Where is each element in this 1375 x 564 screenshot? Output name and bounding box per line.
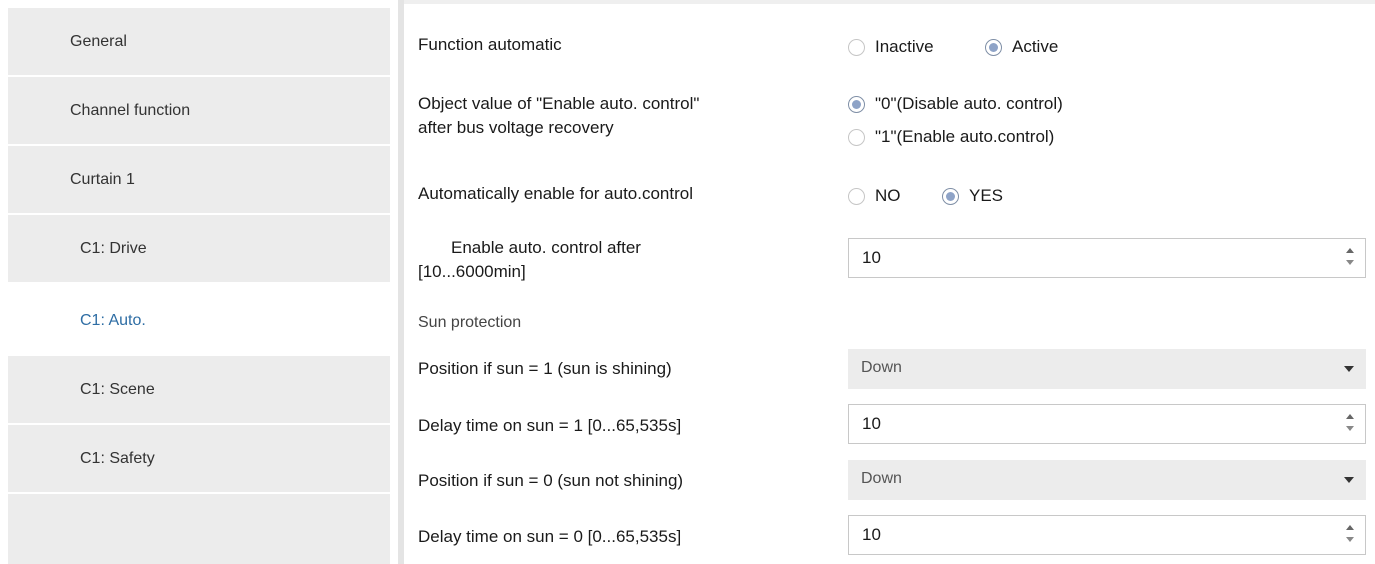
enable-after-stepper[interactable]: [848, 238, 1366, 278]
panel-divider[interactable]: [398, 0, 404, 564]
enable-after-label-line1: Enable auto. control after: [451, 238, 641, 257]
delay-sun0-label: Delay time on sun = 0 [0...65,535s]: [418, 527, 682, 546]
radio-inactive[interactable]: Inactive: [848, 37, 934, 57]
object-value-label: Object value of "Enable auto. control" a…: [418, 92, 699, 140]
sidebar-item-channel-function[interactable]: Channel function: [8, 77, 390, 145]
delay-sun1-label: Delay time on sun = 1 [0...65,535s]: [418, 416, 682, 435]
stepper-down-icon[interactable]: [1346, 260, 1354, 265]
stepper-arrows: [1345, 247, 1355, 269]
sidebar-item-label: Channel function: [70, 101, 191, 119]
stepper-arrows: [1345, 413, 1355, 435]
sidebar-item-label: C1: Auto.: [80, 311, 146, 329]
select-value: Down: [861, 359, 902, 376]
radio-circle[interactable]: [848, 38, 865, 56]
top-border: [404, 0, 1375, 4]
sidebar-item-general[interactable]: General: [8, 8, 390, 76]
radio-circle[interactable]: [848, 95, 865, 113]
enable-after-label: Enable auto. control after [10...6000min…: [418, 236, 641, 284]
radio-disable-auto-control[interactable]: "0"(Disable auto. control): [848, 94, 1063, 114]
sidebar-item-curtain-1[interactable]: Curtain 1: [8, 146, 390, 214]
sidebar-item-label: C1: Drive: [80, 239, 147, 257]
stepper-down-icon[interactable]: [1346, 537, 1354, 542]
radio-circle[interactable]: [848, 187, 865, 205]
delay-sun1-input[interactable]: [849, 405, 1329, 443]
radio-label: "0"(Disable auto. control): [875, 94, 1063, 113]
sidebar-item-label: General: [70, 32, 127, 50]
stepper-arrows: [1345, 524, 1355, 546]
radio-circle[interactable]: [942, 187, 959, 205]
stepper-up-icon[interactable]: [1346, 525, 1354, 530]
sidebar-item-c1-auto[interactable]: C1: Auto.: [8, 287, 390, 355]
position-sun1-select[interactable]: Down: [848, 349, 1366, 389]
sidebar: General Channel function Curtain 1 C1: D…: [0, 0, 398, 564]
chevron-down-icon: [1344, 477, 1354, 483]
radio-no[interactable]: NO: [848, 186, 901, 206]
function-automatic-label: Function automatic: [418, 35, 562, 54]
sidebar-item-c1-scene[interactable]: C1: Scene: [8, 356, 390, 424]
stepper-up-icon[interactable]: [1346, 248, 1354, 253]
sidebar-empty-area: [8, 494, 390, 564]
object-value-label-line2: after bus voltage recovery: [418, 118, 614, 137]
radio-label: NO: [875, 186, 901, 205]
delay-sun0-input[interactable]: [849, 516, 1329, 554]
radio-label: YES: [969, 186, 1004, 205]
radio-label: Inactive: [875, 37, 934, 56]
radio-yes[interactable]: YES: [942, 186, 1003, 206]
sun-protection-heading: Sun protection: [418, 314, 522, 331]
object-value-label-line1: Object value of "Enable auto. control": [418, 94, 700, 113]
position-sun1-label: Position if sun = 1 (sun is shining): [418, 359, 672, 378]
sidebar-item-label: Curtain 1: [70, 170, 135, 188]
position-sun0-select[interactable]: Down: [848, 460, 1366, 500]
radio-enable-auto-control[interactable]: "1"(Enable auto.control): [848, 127, 1054, 147]
sidebar-item-c1-drive[interactable]: C1: Drive: [8, 215, 390, 283]
radio-label: "1"(Enable auto.control): [875, 127, 1055, 146]
position-sun0-label: Position if sun = 0 (sun not shining): [418, 471, 684, 490]
auto-enable-label: Automatically enable for auto.control: [418, 184, 693, 203]
delay-sun1-stepper[interactable]: [848, 404, 1366, 444]
radio-label: Active: [1012, 37, 1059, 56]
radio-circle[interactable]: [848, 128, 865, 146]
sidebar-item-label: C1: Scene: [80, 380, 155, 398]
select-value: Down: [861, 470, 902, 487]
radio-active[interactable]: Active: [985, 37, 1058, 57]
radio-circle[interactable]: [985, 38, 1002, 56]
enable-after-label-line2: [10...6000min]: [418, 262, 526, 281]
sidebar-item-c1-safety[interactable]: C1: Safety: [8, 425, 390, 493]
enable-after-input[interactable]: [849, 239, 1329, 277]
stepper-down-icon[interactable]: [1346, 426, 1354, 431]
delay-sun0-stepper[interactable]: [848, 515, 1366, 555]
sidebar-item-label: C1: Safety: [80, 449, 155, 467]
stepper-up-icon[interactable]: [1346, 414, 1354, 419]
chevron-down-icon: [1344, 366, 1354, 372]
